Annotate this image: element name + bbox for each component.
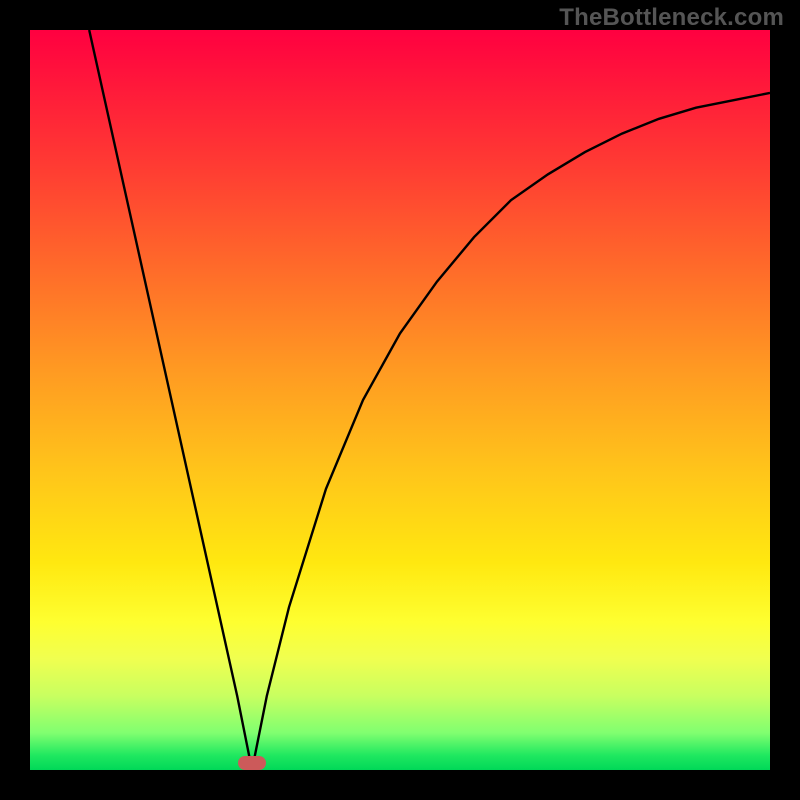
curve-layer (30, 30, 770, 770)
figure-frame: TheBottleneck.com (0, 0, 800, 800)
optimal-marker (238, 756, 266, 770)
plot-area (30, 30, 770, 770)
watermark-text: TheBottleneck.com (559, 4, 784, 32)
bottleneck-curve (89, 30, 770, 770)
